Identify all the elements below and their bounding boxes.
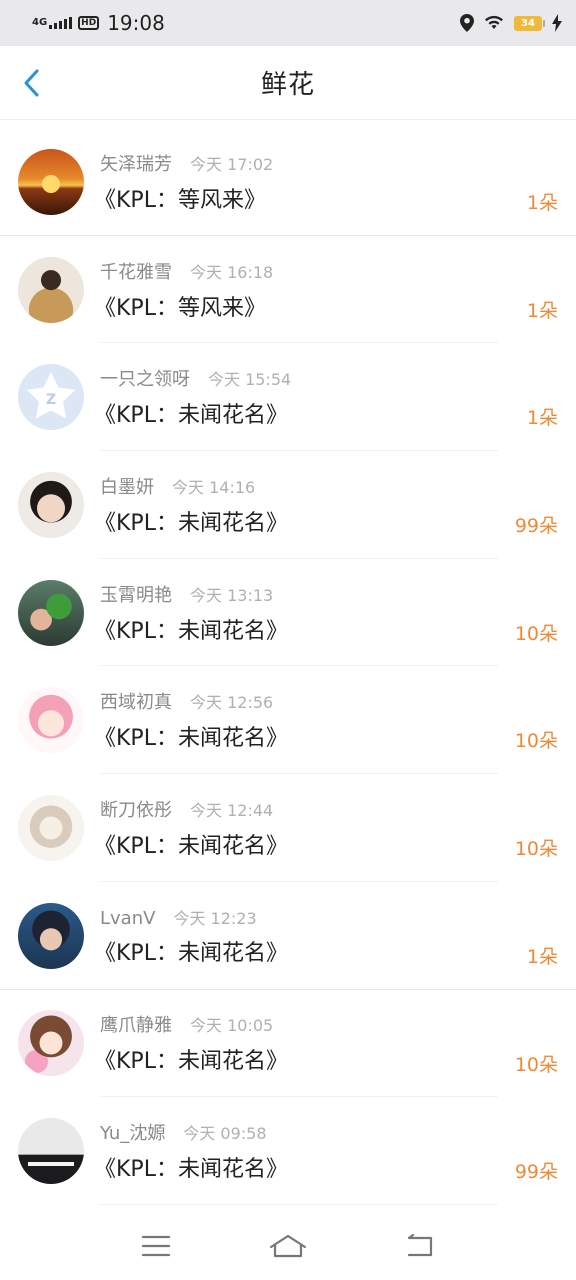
home-icon: [269, 1234, 307, 1258]
gift-title: 《KPL：未闻花名》: [94, 1049, 288, 1075]
flower-count: 1朵: [526, 945, 558, 968]
network-type: 4G: [32, 17, 48, 28]
app-header: 鲜花: [0, 46, 576, 120]
gift-title: 《KPL：未闻花名》: [94, 403, 288, 429]
page-title: 鲜花: [260, 70, 315, 100]
sender-name: 断刀依彤: [100, 799, 172, 821]
svg-text:Z: Z: [46, 392, 56, 408]
send-time: 今天 16:18: [190, 262, 274, 282]
gift-title: 《KPL：等风来》: [94, 295, 266, 321]
sender-name: 白墨妍: [100, 476, 154, 498]
list-item[interactable]: LvanV 今天 12:23 《KPL：未闻花名》 1朵: [0, 882, 576, 990]
back-nav-button[interactable]: [398, 1224, 442, 1268]
wifi-icon: [485, 15, 503, 29]
list-item[interactable]: 白墨妍 今天 14:16 《KPL：未闻花名》 99朵: [0, 451, 576, 559]
avatar: [18, 902, 84, 969]
avatar: [18, 148, 84, 215]
battery-level: 34: [521, 17, 535, 29]
list-item[interactable]: Yu_沈嫄 今天 09:58 《KPL：未闻花名》 99朵: [0, 1097, 576, 1205]
chevron-left-icon: [24, 69, 39, 97]
send-time: 今天 14:16: [172, 477, 256, 497]
menu-button[interactable]: [134, 1224, 178, 1268]
flower-count: 1朵: [526, 299, 558, 322]
qq-zone-star-icon: Z: [26, 372, 76, 419]
hd-badge: HD: [78, 16, 100, 30]
avatar: [18, 794, 84, 861]
gift-title: 《KPL：未闻花名》: [94, 618, 288, 644]
send-time: 今天 17:02: [190, 154, 274, 174]
list-item[interactable]: 鹰爪静雅 今天 10:05 《KPL：未闻花名》 10朵: [0, 990, 576, 1098]
signal-icon: [49, 17, 73, 29]
gift-title: 《KPL：等风来》: [94, 187, 266, 213]
avatar: [18, 687, 84, 754]
gift-title: 《KPL：未闻花名》: [94, 510, 288, 536]
flower-count: 1朵: [526, 407, 558, 430]
send-time: 今天 12:23: [173, 908, 257, 928]
sender-name: 鹰爪静雅: [100, 1015, 172, 1037]
avatar: [18, 1010, 84, 1077]
sender-name: 千花雅雪: [100, 261, 172, 283]
send-time: 今天 10:05: [190, 1016, 274, 1036]
send-time: 今天 09:58: [183, 1124, 267, 1144]
battery-icon: 34: [514, 15, 545, 31]
send-time: 今天 12:56: [190, 693, 274, 713]
gift-title: 《KPL：未闻花名》: [94, 1157, 288, 1183]
flower-count: 10朵: [514, 730, 558, 753]
flower-count: 10朵: [514, 622, 558, 645]
gift-title: 《KPL：未闻花名》: [94, 833, 288, 859]
list-item[interactable]: 断刀依彤 今天 12:44 《KPL：未闻花名》 10朵: [0, 774, 576, 882]
avatar: [18, 256, 84, 323]
send-time: 今天 12:44: [190, 800, 274, 820]
sender-name: 玉霄明艳: [100, 584, 172, 606]
send-time: 今天 15:54: [208, 370, 292, 390]
flower-count: 99朵: [514, 1161, 558, 1184]
sender-name: LvanV: [100, 907, 156, 929]
status-time: 19:08: [107, 11, 165, 35]
sender-name: Yu_沈嫄: [100, 1123, 166, 1145]
avatar: [18, 579, 84, 646]
avatar: [18, 1118, 84, 1185]
status-bar: 4G HD 19:08 34: [0, 0, 576, 46]
gift-title: 《KPL：未闻花名》: [94, 726, 288, 752]
list-item[interactable]: 矢泽瑞芳 今天 17:02 《KPL：等风来》 1朵: [0, 128, 576, 236]
list-item[interactable]: 玉霄明艳 今天 13:13 《KPL：未闻花名》 10朵: [0, 559, 576, 667]
charging-icon: [552, 14, 562, 32]
sender-name: 西域初真: [100, 692, 172, 714]
flower-count: 1朵: [526, 192, 558, 214]
back-button[interactable]: [16, 68, 46, 98]
list-item[interactable]: 西域初真 今天 12:56 《KPL：未闻花名》 10朵: [0, 666, 576, 774]
home-button[interactable]: [266, 1224, 310, 1268]
menu-icon: [141, 1235, 171, 1257]
send-time: 今天 13:13: [190, 585, 274, 605]
flower-count: 99朵: [514, 515, 558, 538]
back-icon: [407, 1234, 433, 1257]
gift-title: 《KPL：未闻花名》: [94, 940, 288, 966]
flower-record-list: 矢泽瑞芳 今天 17:02 《KPL：等风来》 1朵 千花雅雪 今天 16:18…: [0, 128, 576, 1205]
list-item[interactable]: Z 一只之领呀 今天 15:54 《KPL：未闻花名》 1朵: [0, 343, 576, 451]
location-icon: [460, 14, 474, 32]
list-item[interactable]: 千花雅雪 今天 16:18 《KPL：等风来》 1朵: [0, 236, 576, 344]
avatar: [18, 471, 84, 538]
avatar: Z: [18, 364, 84, 431]
system-nav-bar: [0, 1212, 576, 1280]
sender-name: 一只之领呀: [100, 369, 190, 391]
flower-count: 10朵: [514, 838, 558, 861]
sender-name: 矢泽瑞芳: [100, 153, 172, 175]
flower-count: 10朵: [514, 1053, 558, 1076]
